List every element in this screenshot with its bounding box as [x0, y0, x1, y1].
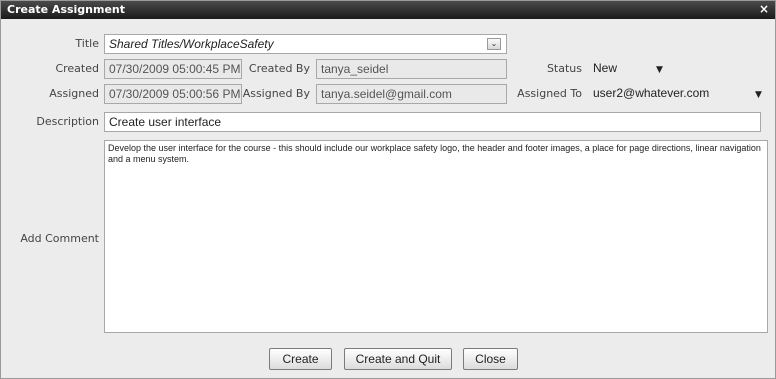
- chevron-down-icon[interactable]: ⌄: [487, 38, 501, 50]
- assigned-label: Assigned: [49, 87, 99, 100]
- assigned-by-field: tanya.seidel@gmail.com: [316, 84, 507, 104]
- created-value: 07/30/2009 05:00:45 PM: [109, 62, 241, 76]
- assigned-value: 07/30/2009 05:00:56 PM: [109, 87, 241, 101]
- assigned-by-label: Assigned By: [242, 87, 310, 100]
- status-value: New: [593, 61, 618, 75]
- created-field: 07/30/2009 05:00:45 PM: [104, 59, 242, 79]
- assigned-to-label: Assigned To: [517, 87, 582, 100]
- assigned-by-value: tanya.seidel@gmail.com: [321, 87, 452, 101]
- description-value: Create user interface: [109, 115, 222, 129]
- add-comment-label: Add Comment: [20, 232, 99, 245]
- assigned-field: 07/30/2009 05:00:56 PM: [104, 84, 242, 104]
- created-by-label: Created By: [248, 62, 310, 75]
- caret-down-icon[interactable]: ▼: [755, 90, 762, 100]
- created-label: Created: [55, 62, 99, 75]
- comment-text: Develop the user interface for the cours…: [108, 143, 761, 164]
- create-button[interactable]: Create: [269, 348, 332, 370]
- description-input[interactable]: Create user interface: [104, 112, 761, 132]
- caret-down-icon[interactable]: ▼: [656, 65, 663, 75]
- comment-textarea[interactable]: Develop the user interface for the cours…: [104, 140, 768, 333]
- status-label: Status: [546, 62, 582, 75]
- dialog-title: Create Assignment: [7, 3, 126, 16]
- create-assignment-dialog: Create Assignment × Title Shared Titles/…: [0, 0, 776, 379]
- created-by-value: tanya_seidel: [321, 62, 389, 76]
- description-label: Description: [36, 115, 99, 128]
- title-label: Title: [75, 37, 99, 50]
- assigned-to-value: user2@whatever.com: [593, 86, 710, 100]
- status-select[interactable]: New: [589, 59, 684, 79]
- close-icon[interactable]: ×: [759, 2, 769, 16]
- dialog-titlebar: Create Assignment ×: [1, 1, 775, 19]
- title-select[interactable]: Shared Titles/WorkplaceSafety: [104, 34, 507, 54]
- create-and-quit-button[interactable]: Create and Quit: [344, 348, 452, 370]
- created-by-field: tanya_seidel: [316, 59, 507, 79]
- assigned-to-select[interactable]: user2@whatever.com: [589, 84, 769, 104]
- close-button[interactable]: Close: [463, 348, 518, 370]
- title-select-value: Shared Titles/WorkplaceSafety: [109, 37, 274, 51]
